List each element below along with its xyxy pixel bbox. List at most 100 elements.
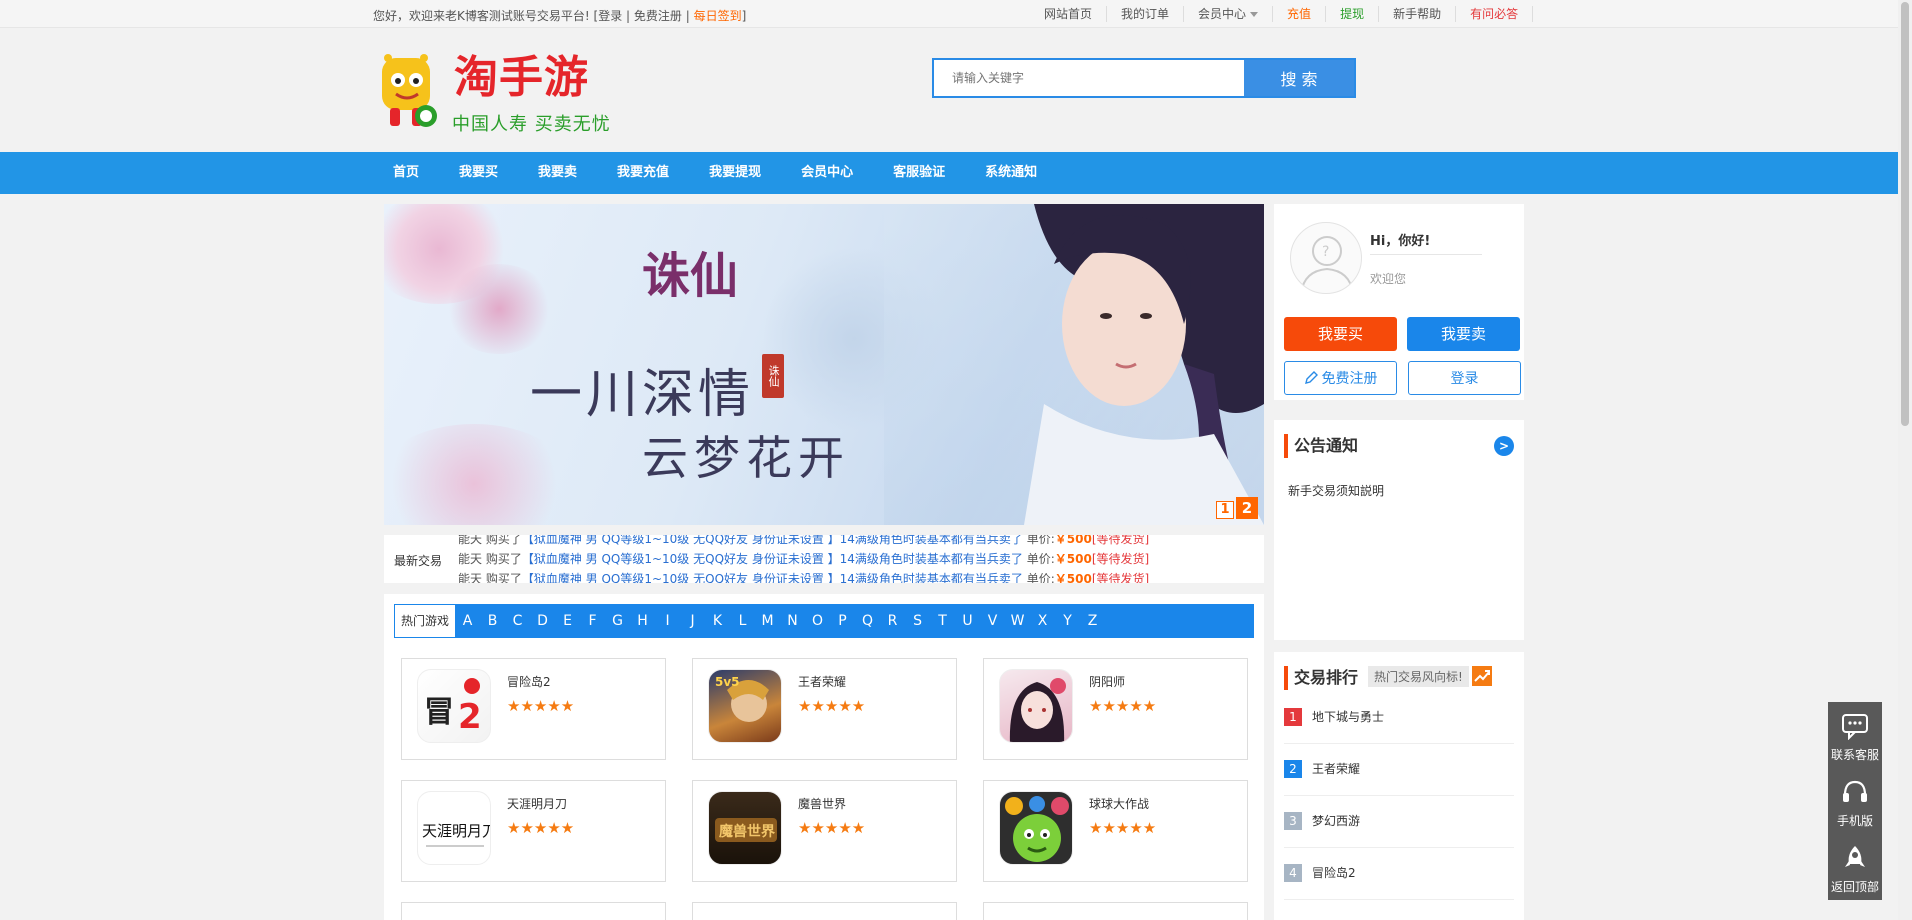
letter-filter[interactable]: J <box>680 613 705 629</box>
nav-member[interactable]: 会员中心 <box>801 152 853 194</box>
letter-filter[interactable]: N <box>780 613 805 629</box>
letter-filter[interactable]: M <box>755 613 780 629</box>
game-name: 冒险岛2 <box>507 675 551 689</box>
letter-filter[interactable]: X <box>1030 613 1055 629</box>
top-login-link[interactable]: 登录 <box>598 9 622 23</box>
daily-sign-link[interactable]: 每日签到 <box>694 9 742 23</box>
rank-row[interactable]: 3 梦幻西游 <box>1284 796 1514 848</box>
letter-filter[interactable]: Y <box>1055 613 1080 629</box>
letter-filter[interactable]: L <box>730 613 755 629</box>
buy-button[interactable]: 我要买 <box>1284 317 1397 351</box>
game-card[interactable] <box>401 902 666 920</box>
letter-filter[interactable]: P <box>830 613 855 629</box>
game-card[interactable]: 魔兽世界 魔兽世界 ★★★★★ <box>692 780 957 882</box>
rank-row[interactable]: 2 王者荣耀 <box>1284 744 1514 796</box>
login-button[interactable]: 登录 <box>1408 361 1521 395</box>
top-link-recharge[interactable]: 充值 <box>1273 6 1327 22</box>
letter-filter[interactable]: S <box>905 613 930 629</box>
scrollbar-thumb[interactable] <box>1901 2 1909 426</box>
game-card[interactable] <box>983 902 1248 920</box>
mobile-version-button[interactable]: 手机版 <box>1828 768 1882 834</box>
letter-filter[interactable]: D <box>530 613 555 629</box>
banner-seal: 诛仙 <box>762 354 784 398</box>
letter-filter[interactable]: Q <box>855 613 880 629</box>
nav-buy[interactable]: 我要买 <box>459 152 498 194</box>
rating-stars: ★★★★★ <box>507 697 575 715</box>
rank-game-name: 梦幻西游 <box>1312 814 1361 828</box>
trade-row[interactable]: 能天 购买了【狱血魔神 男 QQ等级1~10级 无QQ好友 身份证未设置 】14… <box>458 535 1258 549</box>
letter-filter[interactable]: Z <box>1080 613 1105 629</box>
letter-filter[interactable]: K <box>705 613 730 629</box>
game-card[interactable]: 阴阳师 ★★★★★ <box>983 658 1248 760</box>
top-nav: 网站首页 我的订单 会员中心 充值 提现 新手帮助 有问必答 <box>1030 6 1534 22</box>
trade-row[interactable]: 能天 购买了【狱血魔神 男 QQ等级1~10级 无QQ好友 身份证未设置 】14… <box>458 549 1258 569</box>
banner-page-2[interactable]: 2 <box>1236 497 1258 519</box>
game-card[interactable]: 天涯明月刀 天涯明月刀 ★★★★★ <box>401 780 666 882</box>
nav-sell[interactable]: 我要卖 <box>538 152 577 194</box>
top-link-orders[interactable]: 我的订单 <box>1107 6 1185 22</box>
sell-button[interactable]: 我要卖 <box>1407 317 1520 351</box>
top-link-faq[interactable]: 有问必答 <box>1456 6 1534 22</box>
rating-stars: ★★★★★ <box>507 819 575 837</box>
letter-filter[interactable]: W <box>1005 613 1030 629</box>
top-link-withdraw[interactable]: 提现 <box>1326 6 1380 22</box>
trade-row[interactable]: 能天 购买了【狱血魔神 男 QQ等级1~10级 无QQ好友 身份证未设置 】14… <box>458 569 1258 583</box>
rank-number: 4 <box>1284 864 1302 882</box>
top-link-help[interactable]: 新手帮助 <box>1379 6 1457 22</box>
letter-filter[interactable]: F <box>580 613 605 629</box>
letter-filter[interactable]: C <box>505 613 530 629</box>
letter-filter[interactable]: E <box>555 613 580 629</box>
letter-filter[interactable]: O <box>805 613 830 629</box>
rank-game-name: 王者荣耀 <box>1312 762 1361 776</box>
notice-more-button[interactable]: > <box>1494 436 1514 456</box>
nav-system-notice[interactable]: 系统通知 <box>985 152 1037 194</box>
banner-page-1[interactable]: 1 <box>1216 501 1234 519</box>
game-name: 球球大作战 <box>1089 797 1150 811</box>
rank-row[interactable]: 4 冒险岛2 <box>1284 848 1514 900</box>
search-input[interactable] <box>934 60 1246 96</box>
rating-stars: ★★★★★ <box>798 819 866 837</box>
trade-ranking-panel: 交易排行 热门交易风向标! 1 地下城与勇士 2 王者荣耀 3 梦幻西游 4 冒… <box>1274 652 1524 920</box>
nav-recharge[interactable]: 我要充值 <box>617 152 669 194</box>
rank-row[interactable]: 1 地下城与勇士 <box>1284 692 1514 744</box>
game-card[interactable]: 5v5 王者荣耀 ★★★★★ <box>692 658 957 760</box>
ranking-tag: 热门交易风向标! <box>1368 666 1469 687</box>
letter-filter[interactable]: I <box>655 613 680 629</box>
letter-filter[interactable]: H <box>630 613 655 629</box>
back-to-top-button[interactable]: 返回顶部 <box>1828 834 1882 900</box>
svg-text:魔兽世界: 魔兽世界 <box>719 823 776 840</box>
game-card[interactable]: 球球大作战 ★★★★★ <box>983 780 1248 882</box>
banner-carousel[interactable]: 诛仙 一川深情 诛仙 云梦花开 1 2 <box>384 204 1264 525</box>
letter-filter[interactable]: U <box>955 613 980 629</box>
letter-filter[interactable]: R <box>880 613 905 629</box>
top-link-member[interactable]: 会员中心 <box>1184 6 1274 22</box>
letter-filter[interactable]: V <box>980 613 1005 629</box>
letter-filter[interactable]: B <box>480 613 505 629</box>
rank-number: 3 <box>1284 812 1302 830</box>
game-card[interactable] <box>692 902 957 920</box>
notice-title: 公告通知 <box>1284 434 1358 458</box>
contact-service-button[interactable]: 联系客服 <box>1828 702 1882 768</box>
trade-game: 【狱血魔神 男 QQ等级1~10级 无QQ好友 身份证未设置 】14满级角色时装… <box>521 535 1023 546</box>
nav-withdraw[interactable]: 我要提现 <box>709 152 761 194</box>
tab-hot-games[interactable]: 热门游戏 <box>395 605 456 637</box>
rank-number: 1 <box>1284 708 1302 726</box>
top-register-link[interactable]: 免费注册 <box>634 9 682 23</box>
letter-filter[interactable]: T <box>930 613 955 629</box>
game-icon-world-of-warcraft: 魔兽世界 <box>708 791 782 865</box>
top-link-home[interactable]: 网站首页 <box>1030 6 1108 22</box>
notice-item[interactable]: 新手交易须知説明 <box>1288 482 1384 499</box>
vertical-scrollbar[interactable] <box>1898 0 1912 920</box>
banner-character-image <box>884 204 1264 525</box>
nav-service-verify[interactable]: 客服验证 <box>893 152 945 194</box>
top-bar: 您好，欢迎来老K博客测试账号交易平台! [登录 | 免费注册 | 每日签到] 网… <box>0 0 1898 28</box>
letter-filter[interactable]: G <box>605 613 630 629</box>
trade-price: ￥500 <box>1054 535 1092 546</box>
register-button[interactable]: 免费注册 <box>1284 361 1397 395</box>
game-card[interactable]: 冒2 冒险岛2 ★★★★★ <box>401 658 666 760</box>
letter-filter[interactable]: A <box>455 613 480 629</box>
site-logo[interactable]: 淘手游 中国人寿 买卖无忧 <box>376 48 616 136</box>
nav-home[interactable]: 首页 <box>393 152 419 194</box>
search-button[interactable]: 搜 索 <box>1244 60 1354 96</box>
letter-filter-bar: 热门游戏 A B C D E F G H I J K L M N O P Q R… <box>394 604 1254 638</box>
